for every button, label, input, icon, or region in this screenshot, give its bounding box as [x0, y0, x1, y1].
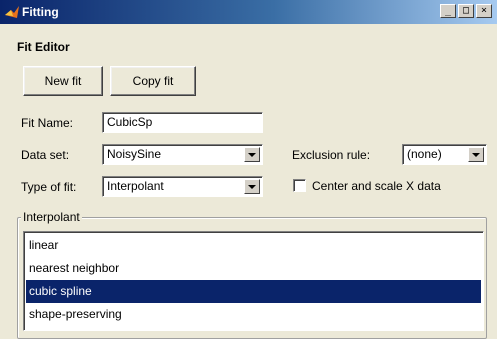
list-item-nearest-neighbor[interactable]: nearest neighbor	[26, 257, 481, 280]
data-set-label: Data set:	[21, 148, 70, 162]
list-item-linear[interactable]: linear	[26, 234, 481, 257]
type-of-fit-value: Interpolant	[107, 179, 164, 193]
maximize-button[interactable]: □	[458, 4, 474, 18]
close-button[interactable]: ×	[476, 4, 492, 18]
data-set-select[interactable]: NoisySine	[102, 144, 263, 165]
chevron-down-icon[interactable]	[468, 147, 484, 162]
interpolant-list[interactable]: linear nearest neighbor cubic spline sha…	[23, 231, 484, 331]
fit-editor-heading: Fit Editor	[17, 40, 70, 54]
window-title: Fitting	[22, 5, 59, 19]
fit-name-label: Fit Name:	[21, 116, 74, 130]
interpolant-group-label: Interpolant	[21, 210, 82, 224]
chevron-down-icon[interactable]	[244, 147, 260, 162]
chevron-down-icon[interactable]	[244, 179, 260, 194]
new-fit-button[interactable]: New fit	[23, 66, 103, 96]
fit-name-field[interactable]: CubicSp	[102, 112, 263, 133]
minimize-button[interactable]: _	[440, 4, 456, 18]
data-set-value: NoisySine	[107, 147, 162, 161]
list-item-cubic-spline[interactable]: cubic spline	[26, 280, 481, 303]
exclusion-rule-select[interactable]: (none)	[402, 144, 487, 165]
title-bar[interactable]: Fitting _ □ ×	[0, 0, 497, 24]
type-of-fit-label: Type of fit:	[21, 180, 77, 194]
center-scale-checkbox[interactable]	[293, 179, 306, 192]
exclusion-rule-label: Exclusion rule:	[292, 148, 371, 162]
matlab-logo-icon	[5, 6, 19, 18]
center-scale-label: Center and scale X data	[312, 179, 441, 193]
type-of-fit-select[interactable]: Interpolant	[102, 176, 263, 197]
list-item-shape-preserving[interactable]: shape-preserving	[26, 303, 481, 326]
copy-fit-button[interactable]: Copy fit	[110, 66, 196, 96]
fitting-window: Fitting _ □ × Fit Editor New fit Copy fi…	[0, 0, 497, 339]
exclusion-rule-value: (none)	[407, 147, 442, 161]
